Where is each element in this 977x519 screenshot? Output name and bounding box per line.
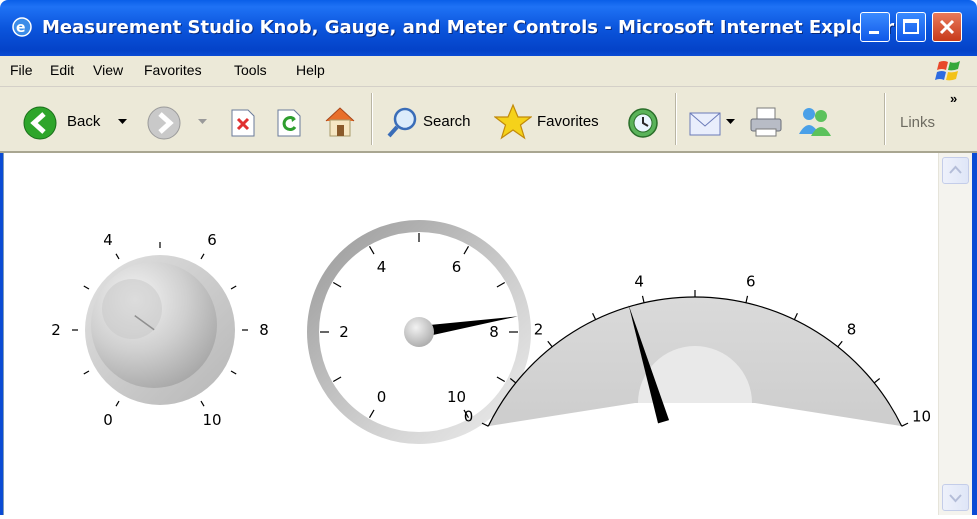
gauge-control: 0 2 4 6 8 10 — [307, 220, 531, 444]
meter-tick — [547, 340, 553, 348]
stop-icon[interactable] — [228, 107, 258, 139]
knob-tick-label: 6 — [207, 231, 217, 249]
knob-grip — [102, 279, 162, 339]
knob-tick — [115, 400, 120, 407]
mail-dropdown-arrow-icon[interactable] — [726, 119, 736, 127]
menu-file[interactable]: File — [10, 62, 33, 78]
gauge-tick-label: 6 — [452, 258, 462, 276]
gauge-tick-label: 0 — [377, 388, 387, 406]
knob-tick — [230, 285, 237, 290]
close-icon — [939, 19, 955, 35]
controls-canvas: 0 2 4 6 8 10 0 2 4 6 8 10 0 2 4 6 8 10 — [51, 220, 931, 444]
toolbar-separator — [884, 93, 885, 145]
meter-tick — [793, 313, 798, 320]
knob-tick — [115, 253, 120, 260]
search-icon[interactable] — [385, 105, 421, 141]
meter-tick — [901, 422, 909, 427]
back-button-label[interactable]: Back — [67, 113, 100, 130]
toolbar: Back Search Favorites Links » — [0, 87, 977, 153]
scroll-up-button[interactable] — [942, 157, 969, 184]
refresh-icon[interactable] — [274, 107, 304, 139]
meter-control: 0 2 4 6 8 10 — [464, 272, 931, 427]
forward-dropdown-arrow-icon[interactable] — [198, 119, 208, 127]
gauge-tick — [496, 376, 506, 383]
scroll-down-arrow-icon — [949, 494, 962, 503]
menu-edit[interactable]: Edit — [50, 62, 74, 78]
meter-tick — [641, 295, 645, 303]
favorites-button-label[interactable]: Favorites — [537, 113, 599, 130]
knob-tick-label: 4 — [103, 231, 113, 249]
toolbar-separator — [675, 93, 676, 145]
title-bar[interactable]: e Measurement Studio Knob, Gauge, and Me… — [0, 0, 977, 56]
meter-tick-label: 0 — [464, 408, 474, 426]
toolbar-chevron[interactable]: » — [950, 91, 957, 106]
gauge-tick — [368, 409, 375, 419]
back-dropdown-arrow-icon[interactable] — [118, 119, 128, 127]
meter-tick-label: 4 — [634, 272, 644, 290]
menu-favorites[interactable]: Favorites — [144, 62, 202, 78]
messenger-icon[interactable] — [796, 104, 834, 140]
menu-bar: File Edit View Favorites Tools Help — [0, 56, 977, 87]
meter-tick — [481, 422, 489, 427]
meter-tick-label: 2 — [534, 321, 544, 339]
knob-tick — [230, 370, 237, 375]
scroll-up-arrow-icon — [949, 165, 962, 174]
toolbar-separator — [371, 93, 372, 145]
meter-tick — [592, 313, 597, 320]
menu-view[interactable]: View — [93, 62, 123, 78]
windows-logo-icon — [935, 61, 960, 81]
vertical-scrollbar[interactable] — [938, 153, 972, 515]
mail-icon[interactable] — [688, 108, 726, 138]
minimize-icon — [869, 31, 879, 34]
forward-arrow-icon[interactable] — [146, 105, 182, 141]
gauge-tick-label: 2 — [339, 323, 349, 341]
meter-tick-label: 8 — [847, 321, 857, 339]
gauge-tick — [368, 245, 375, 255]
knob-tick-label: 2 — [51, 321, 61, 339]
meter-tick — [837, 340, 843, 348]
window-title: Measurement Studio Knob, Gauge, and Mete… — [42, 17, 895, 38]
print-icon[interactable] — [748, 105, 784, 139]
knob-tick — [83, 285, 90, 290]
ie-logo-icon: e — [12, 17, 32, 37]
minimize-button[interactable] — [860, 12, 890, 42]
favorites-star-icon[interactable] — [494, 103, 532, 141]
close-button[interactable] — [932, 12, 962, 42]
maximize-button[interactable] — [896, 12, 926, 42]
gauge-tick-label: 4 — [377, 258, 387, 276]
meter-tick-label: 6 — [746, 272, 756, 290]
gauge-tick-label: 10 — [447, 388, 466, 406]
knob-tick-label: 10 — [202, 411, 221, 429]
knob-tick-label: 0 — [103, 411, 113, 429]
menu-tools[interactable]: Tools — [234, 62, 267, 78]
knob-control[interactable]: 0 2 4 6 8 10 — [51, 231, 269, 429]
meter-tick — [873, 378, 881, 384]
knob-tick-label: 8 — [259, 321, 269, 339]
gauge-tick — [496, 281, 506, 288]
back-arrow-icon[interactable] — [22, 105, 58, 141]
menu-help[interactable]: Help — [296, 62, 325, 78]
gauge-tick — [332, 281, 342, 288]
scroll-down-button[interactable] — [942, 484, 969, 511]
meter-tick-label: 10 — [912, 408, 931, 426]
history-icon[interactable] — [626, 106, 660, 140]
home-icon[interactable] — [322, 105, 358, 139]
gauge-tick — [332, 376, 342, 383]
knob-tick — [83, 370, 90, 375]
search-button-label[interactable]: Search — [423, 113, 471, 130]
meter-tick — [745, 295, 749, 303]
maximize-icon — [903, 19, 919, 34]
gauge-hub — [404, 317, 434, 347]
svg-text:e: e — [16, 20, 26, 36]
gauge-tick-label: 8 — [489, 323, 499, 341]
knob-tick — [200, 400, 205, 407]
links-label[interactable]: Links — [900, 114, 935, 131]
knob-tick — [200, 253, 205, 260]
page-content: 0 2 4 6 8 10 0 2 4 6 8 10 0 2 4 6 8 10 — [3, 153, 939, 515]
gauge-tick — [463, 245, 470, 255]
